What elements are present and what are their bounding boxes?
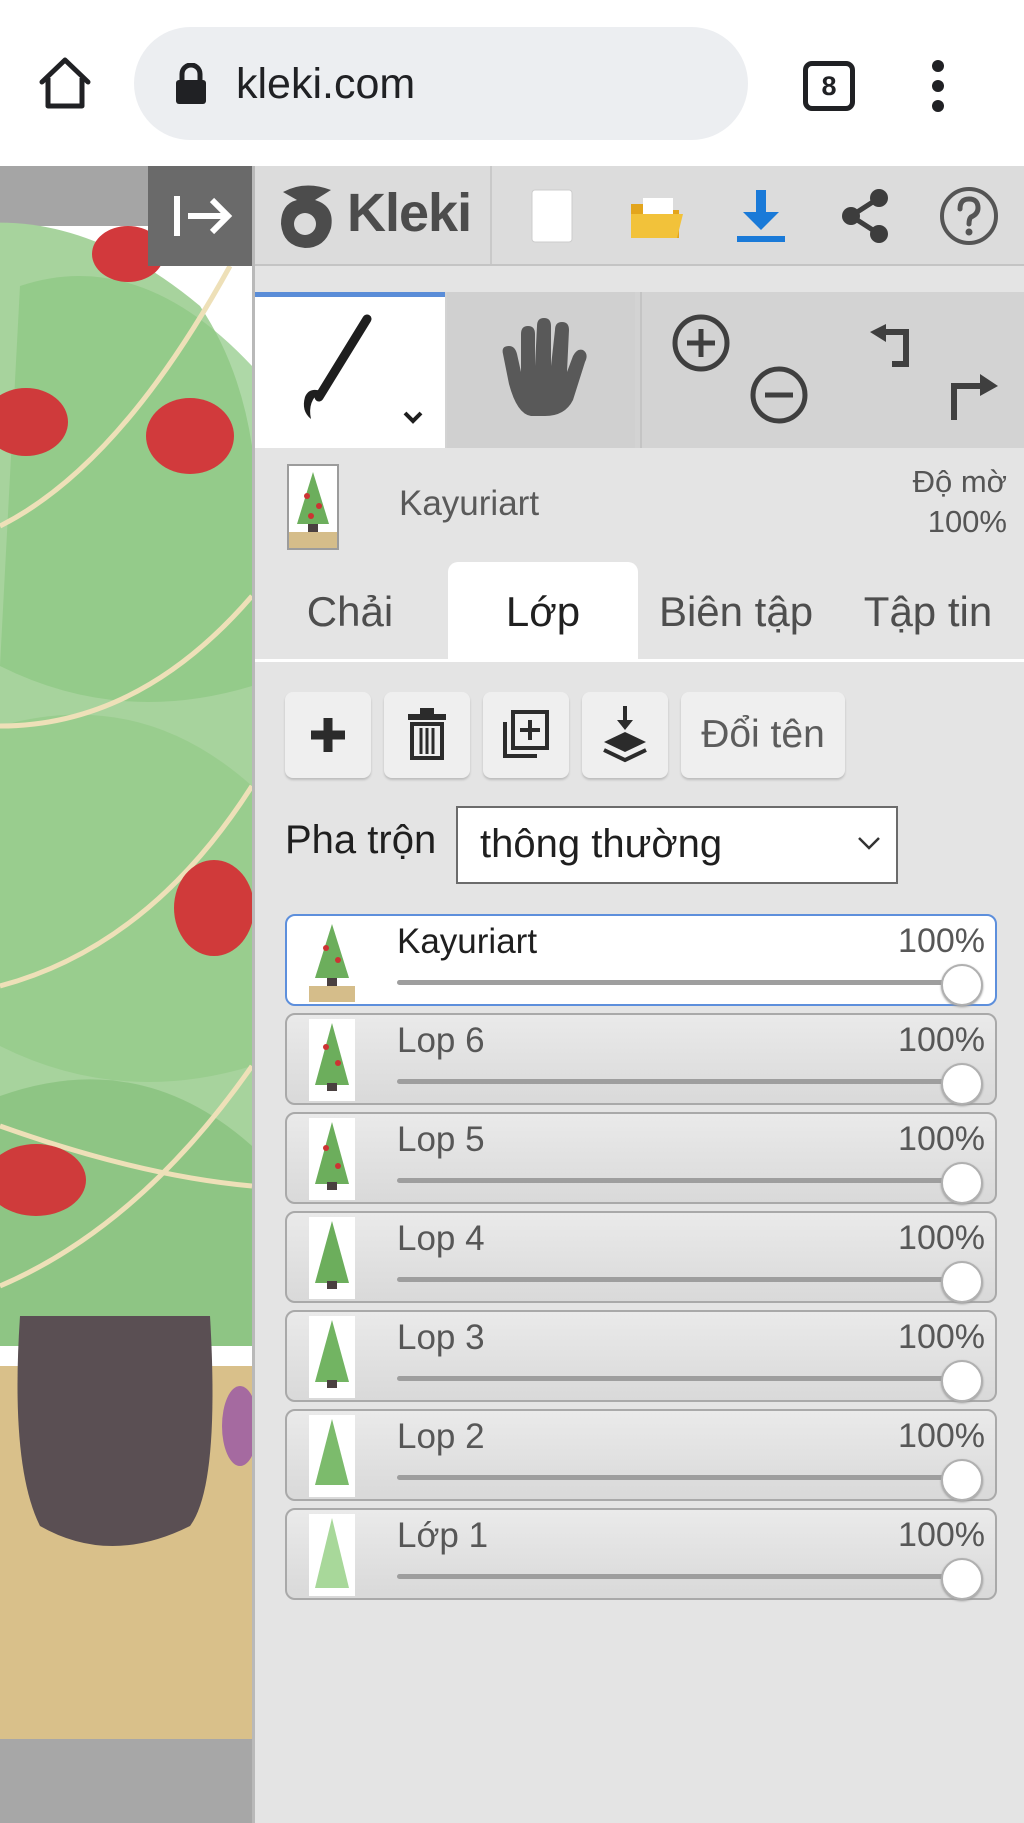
layer-thumbnail: [309, 1415, 355, 1497]
layer-row[interactable]: Lớp 1 100%: [285, 1508, 997, 1600]
tabs-icon[interactable]: 8: [803, 61, 855, 111]
slider-handle[interactable]: [941, 1558, 983, 1600]
duplicate-layer-button[interactable]: [483, 692, 569, 778]
tab-brush[interactable]: Chải: [255, 562, 445, 662]
zoom-in-icon[interactable]: [670, 312, 732, 374]
slider-handle[interactable]: [941, 1360, 983, 1402]
download-icon[interactable]: [729, 184, 793, 248]
chevron-down-icon: [858, 837, 880, 850]
layer-name: Kayuriart: [397, 922, 538, 961]
slider-handle[interactable]: [941, 1162, 983, 1204]
layer-list: Kayuriart 100% Lop 6 100% Lop 5 100% Lop…: [285, 914, 997, 1607]
layer-row[interactable]: Lop 4 100%: [285, 1211, 997, 1303]
drawing-canvas[interactable]: [0, 166, 252, 1823]
rename-layer-button[interactable]: Đổi tên: [681, 692, 845, 778]
layer-thumbnail: [309, 1118, 355, 1200]
layer-row[interactable]: Lop 6 100%: [285, 1013, 997, 1105]
opacity-slider[interactable]: [397, 1277, 957, 1282]
merge-down-icon: [603, 706, 647, 763]
layer-opacity: 100%: [898, 1120, 985, 1158]
duplicate-layer-icon: [503, 710, 549, 758]
add-layer-icon: [311, 718, 345, 752]
logo-text: Kleki: [347, 183, 472, 243]
layer-opacity: 100%: [898, 1516, 985, 1554]
panel-tabs: Chải Lớp Biên tập Tập tin: [255, 562, 1024, 662]
layer-name: Lop 2: [397, 1417, 485, 1456]
toolbar-divider: [490, 166, 492, 264]
layer-opacity: 100%: [898, 1021, 985, 1059]
collapse-arrow-icon: [174, 196, 233, 236]
address-bar[interactable]: [134, 27, 748, 140]
layer-row[interactable]: Kayuriart 100%: [285, 914, 997, 1006]
help-icon[interactable]: [937, 184, 1001, 248]
blend-mode-select[interactable]: thông thường: [456, 806, 898, 884]
tool-row: [255, 292, 1024, 448]
hand-tool[interactable]: [447, 292, 635, 448]
undo-icon[interactable]: [862, 314, 924, 376]
current-layer-info: Kayuriart Độ mờ 100%: [255, 448, 1024, 553]
open-folder-icon[interactable]: [625, 184, 689, 248]
app-toolbar: Kleki: [255, 166, 1024, 266]
layer-thumbnail: [309, 1019, 355, 1101]
layer-opacity: 100%: [898, 1219, 985, 1257]
opacity-slider[interactable]: [397, 980, 957, 985]
layer-opacity: 100%: [898, 1318, 985, 1356]
current-layer-thumbnail: [287, 464, 339, 550]
opacity-slider[interactable]: [397, 1475, 957, 1480]
side-panel: Kleki Kayuriart Độ mờ 100% Chải Lớp Biên…: [252, 166, 1024, 1823]
merge-down-button[interactable]: [582, 692, 668, 778]
opacity-value: 100%: [927, 504, 1007, 539]
layer-row[interactable]: Lop 5 100%: [285, 1112, 997, 1204]
redo-icon[interactable]: [942, 362, 1004, 424]
layer-name: Lop 4: [397, 1219, 485, 1258]
layer-thumbnail: [309, 920, 355, 1002]
layer-name: Lop 5: [397, 1120, 485, 1159]
layer-thumbnail: [309, 1316, 355, 1398]
delete-layer-icon: [408, 708, 446, 760]
screen: kleki.com 8 Kleki Kayuriart Độ mờ 100% C…: [0, 0, 1024, 1823]
home-icon[interactable]: [36, 54, 94, 112]
share-icon[interactable]: [833, 184, 897, 248]
blend-mode-value: thông thường: [480, 822, 723, 866]
layer-row[interactable]: Lop 3 100%: [285, 1310, 997, 1402]
collapse-panel-button[interactable]: [148, 166, 252, 266]
tab-file[interactable]: Tập tin: [832, 562, 1024, 662]
slider-handle[interactable]: [941, 964, 983, 1006]
layer-opacity: 100%: [898, 1417, 985, 1455]
opacity-slider[interactable]: [397, 1376, 957, 1381]
brush-icon: [303, 314, 423, 424]
slider-handle[interactable]: [941, 1063, 983, 1105]
layer-row[interactable]: Lop 2 100%: [285, 1409, 997, 1501]
layer-name: Lớp 1: [397, 1516, 489, 1555]
url-text[interactable]: kleki.com: [236, 58, 415, 110]
tab-layers[interactable]: Lớp: [448, 562, 638, 662]
more-vert-icon[interactable]: [930, 60, 946, 112]
opacity-slider[interactable]: [397, 1079, 957, 1084]
zoom-undo-area: [640, 292, 1024, 448]
lock-icon: [176, 63, 206, 104]
canvas-backdrop: [0, 1739, 252, 1823]
layer-thumbnail: [309, 1217, 355, 1299]
opacity-label: Độ mờ: [912, 464, 1007, 499]
opacity-slider[interactable]: [397, 1574, 957, 1579]
layer-name: Lop 3: [397, 1318, 485, 1357]
blend-mode-label: Pha trộn: [285, 818, 437, 862]
layer-opacity: 100%: [898, 922, 985, 960]
delete-layer-button[interactable]: [384, 692, 470, 778]
layer-name: Lop 6: [397, 1021, 485, 1060]
browser-toolbar: kleki.com 8: [0, 0, 1024, 166]
current-layer-name: Kayuriart: [399, 484, 540, 523]
slider-handle[interactable]: [941, 1261, 983, 1303]
zoom-out-icon[interactable]: [748, 364, 810, 426]
canvas-artwork: [0, 166, 252, 1756]
layer-actions: Đổi tên: [255, 692, 1024, 780]
brush-tool[interactable]: [255, 292, 445, 448]
slider-handle[interactable]: [941, 1459, 983, 1501]
tab-edit[interactable]: Biên tập: [640, 562, 832, 662]
layer-thumbnail: [309, 1514, 355, 1596]
add-layer-button[interactable]: [285, 692, 371, 778]
new-document-icon[interactable]: [520, 184, 584, 248]
hand-icon: [502, 318, 587, 416]
opacity-slider[interactable]: [397, 1178, 957, 1183]
